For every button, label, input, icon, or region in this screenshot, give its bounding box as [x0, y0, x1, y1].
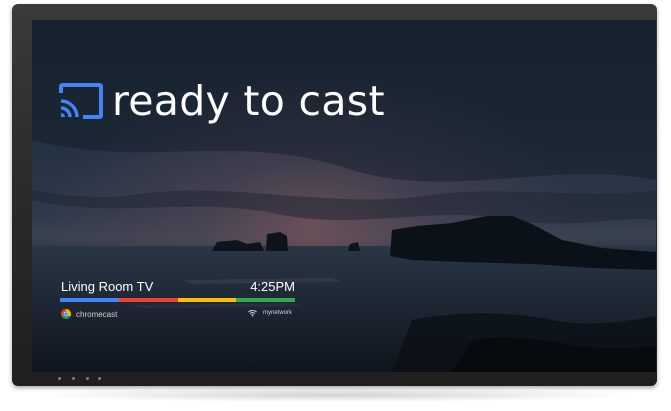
color-bar-segment-blue — [60, 298, 119, 302]
bezel-indicator-dot — [86, 377, 89, 380]
brand-label: chromecast — [76, 309, 118, 319]
tv-frame — [12, 4, 657, 386]
color-bar-segment-yellow — [177, 298, 237, 302]
ready-banner: ready to cast — [58, 76, 385, 126]
bezel-indicator-dot — [72, 377, 75, 380]
tv-bezel-bottom — [32, 372, 656, 388]
google-color-bar — [60, 298, 295, 302]
color-bar-segment-red — [118, 298, 178, 302]
network-label: mynetwork — [263, 310, 293, 316]
chrome-icon — [61, 309, 71, 319]
headline-text: ready to cast — [112, 77, 385, 125]
network-status: mynetwork — [248, 309, 292, 317]
tv-shadow — [30, 388, 640, 402]
tv-screen — [32, 20, 656, 372]
bezel-indicator-dot — [58, 377, 61, 380]
background-scenery — [32, 20, 656, 372]
clock-time: 4:25PM — [250, 279, 295, 294]
wifi-icon — [248, 310, 257, 317]
bezel-indicator-dot — [98, 377, 101, 380]
cast-icon — [59, 83, 103, 119]
device-name: Living Room TV — [61, 279, 154, 294]
color-bar-segment-green — [236, 298, 295, 302]
chromecast-brand: chromecast — [61, 309, 117, 319]
